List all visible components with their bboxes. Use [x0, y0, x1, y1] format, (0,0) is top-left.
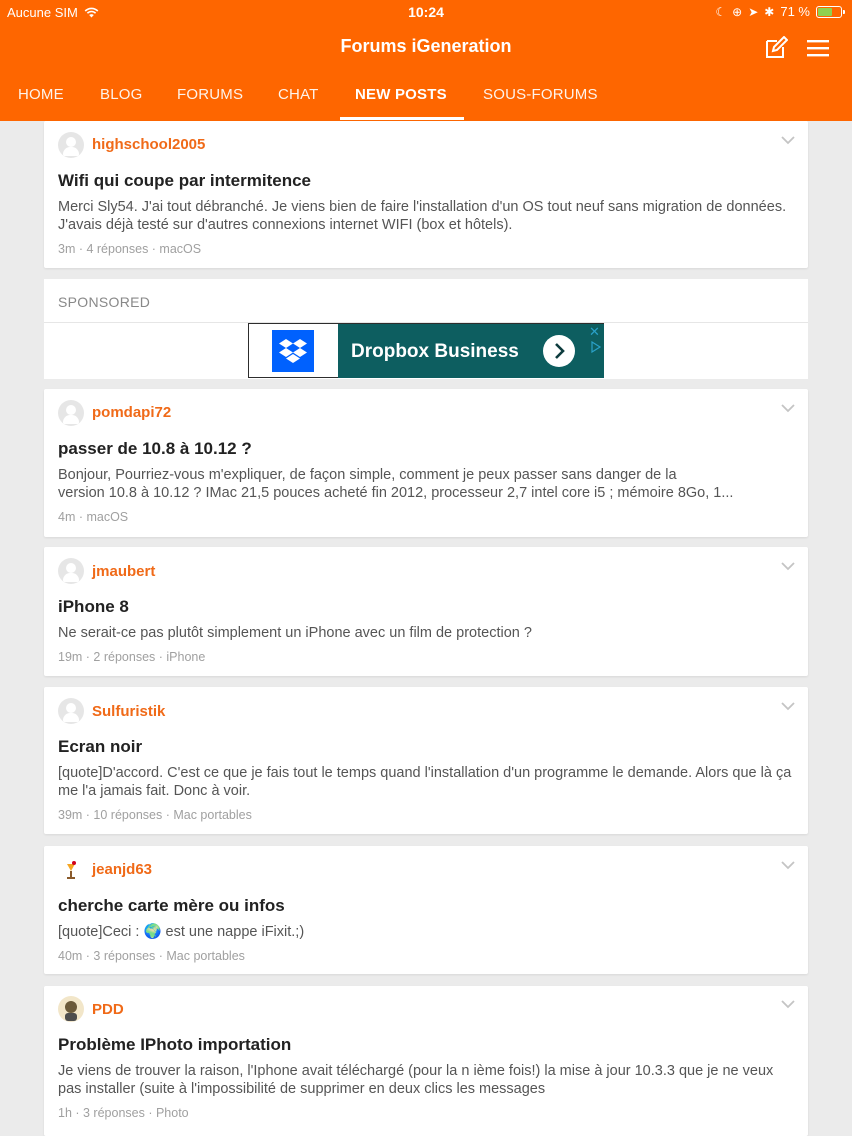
post-excerpt: [quote]D'accord. C'est ce que je fais to… [58, 765, 792, 799]
post-username[interactable]: jeanjd63 [92, 861, 152, 878]
dropbox-logo-icon [272, 330, 314, 372]
post-excerpt-text: [quote]Ceci : [58, 924, 144, 940]
tab-home[interactable]: HOME [18, 86, 64, 103]
ad-text[interactable]: Dropbox Business [351, 341, 519, 363]
post-title[interactable]: passer de 10.8 à 10.12 ? [58, 439, 252, 459]
ad-banner[interactable]: Dropbox Business [248, 323, 604, 378]
chevron-down-icon[interactable] [781, 135, 795, 145]
ad-choices-icon[interactable] [590, 341, 602, 353]
app-header: Aucune SIM 10:24 ☾ ⊕ ➤ ✱ 71 % Forums iGe… [0, 0, 852, 121]
post-meta: 1h · 3 réponses · Photo [58, 1106, 189, 1120]
post-excerpt: Je viens de trouver la raison, l'Iphone … [58, 1063, 774, 1097]
post-username[interactable]: pomdapi72 [92, 404, 171, 421]
post-card[interactable]: PDD Problème IPhoto importation Je viens… [44, 986, 808, 1136]
chevron-down-icon[interactable] [781, 860, 795, 870]
battery-icon [816, 5, 845, 18]
post-excerpt: Merci Sly54. J'ai tout débranché. Je vie… [58, 199, 787, 233]
hamburger-menu-icon[interactable] [806, 38, 830, 58]
post-excerpt-line: version 10.8 à 10.12 ? IMac 21,5 pouces … [58, 485, 734, 501]
post-card[interactable]: highschool2005 Wifi qui coupe par interm… [44, 121, 808, 268]
post-title[interactable]: cherche carte mère ou infos [58, 896, 285, 916]
tab-blog[interactable]: BLOG [100, 86, 142, 103]
sponsored-label: SPONSORED [58, 294, 151, 310]
post-meta: 19m · 2 réponses · iPhone [58, 650, 206, 664]
post-username[interactable]: PDD [92, 1001, 124, 1018]
avatar[interactable] [58, 132, 84, 158]
chevron-down-icon[interactable] [781, 403, 795, 413]
chevron-down-icon[interactable] [781, 701, 795, 711]
rotation-lock-icon: ⊕ [732, 4, 743, 19]
post-card[interactable]: Sulfuristik Ecran noir [quote]D'accord. … [44, 687, 808, 834]
globe-emoji-icon: 🌍 [143, 924, 162, 940]
post-username[interactable]: Sulfuristik [92, 703, 165, 720]
post-meta: 4m · macOS [58, 510, 129, 524]
post-title[interactable]: Problème IPhoto importation [58, 1035, 291, 1055]
ad-close-icon[interactable]: ✕ [589, 324, 600, 340]
post-excerpt-line: Bonjour, Pourriez-vous m'expliquer, de f… [58, 467, 677, 483]
post-title[interactable]: iPhone 8 [58, 597, 129, 617]
post-excerpt-text: est une nappe iFixit.;) [161, 924, 305, 940]
post-meta: 40m · 3 réponses · Mac portables [58, 949, 245, 963]
chevron-down-icon[interactable] [781, 999, 795, 1009]
chevron-right-icon[interactable] [543, 335, 575, 367]
post-card[interactable]: jeanjd63 cherche carte mère ou infos [qu… [44, 846, 808, 974]
post-excerpt: Ne serait-ce pas plutôt simplement un iP… [58, 625, 532, 641]
location-icon: ➤ [748, 4, 759, 19]
battery-percent: 71 % [780, 4, 810, 19]
post-title[interactable]: Wifi qui coupe par intermitence [58, 171, 311, 191]
avatar[interactable] [58, 996, 84, 1022]
tab-forums[interactable]: FORUMS [177, 86, 243, 103]
bluetooth-icon: ✱ [764, 4, 775, 19]
post-username[interactable]: highschool2005 [92, 136, 205, 153]
post-meta: 3m · 4 réponses · macOS [58, 242, 202, 256]
post-card[interactable]: jmaubert iPhone 8 Ne serait-ce pas plutô… [44, 547, 808, 676]
page-title: Forums iGeneration [340, 36, 512, 56]
post-meta: 39m · 10 réponses · Mac portables [58, 808, 252, 822]
tab-sous-forums[interactable]: SOUS-FORUMS [483, 86, 598, 103]
chevron-down-icon[interactable] [781, 561, 795, 571]
tab-new-posts[interactable]: NEW POSTS [355, 86, 447, 103]
tab-chat[interactable]: CHAT [278, 86, 319, 103]
post-username[interactable]: jmaubert [92, 563, 155, 580]
tab-bar: HOME BLOG FORUMS CHAT NEW POSTS SOUS-FOR… [0, 72, 852, 121]
post-card[interactable]: pomdapi72 passer de 10.8 à 10.12 ? Bonjo… [44, 389, 808, 537]
avatar[interactable] [58, 857, 84, 883]
status-bar: Aucune SIM 10:24 ☾ ⊕ ➤ ✱ 71 % [0, 0, 852, 24]
moon-icon: ☾ [715, 4, 727, 19]
avatar[interactable] [58, 698, 84, 724]
avatar[interactable] [58, 400, 84, 426]
sponsored-block: SPONSORED Dropbox Business ✕ [44, 279, 808, 379]
post-title[interactable]: Ecran noir [58, 737, 142, 757]
avatar[interactable] [58, 558, 84, 584]
compose-icon[interactable] [764, 36, 788, 60]
active-tab-indicator [340, 117, 464, 120]
post-excerpt: [quote]Ceci : 🌍 est une nappe iFixit.;) [58, 923, 792, 941]
